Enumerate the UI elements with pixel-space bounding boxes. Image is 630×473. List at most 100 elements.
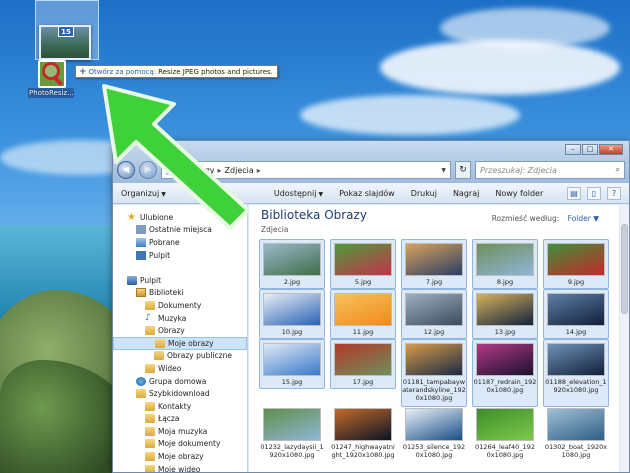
file-name: 14.jpg [565, 328, 587, 336]
library-icon [136, 288, 146, 298]
file-tile[interactable]: 15.jpg [259, 339, 325, 389]
nav-item[interactable]: Moje obrazy [113, 336, 247, 350]
image-thumbnail [263, 293, 321, 326]
help-icon[interactable]: ? [607, 186, 621, 200]
nav-item-label: Muzyka [158, 313, 187, 323]
nav-item[interactable]: Obrazy [113, 324, 247, 337]
image-thumbnail [334, 408, 392, 441]
nav-item-label: Biblioteki [149, 288, 184, 298]
preview-pane-icon[interactable]: ▯ [587, 186, 601, 200]
file-tile[interactable]: 12.jpg [401, 289, 467, 339]
nav-item-label: Obrazy publiczne [167, 351, 232, 361]
drop-tooltip: + Otwórz za pomocą: Resize JPEG photos a… [75, 65, 278, 78]
maximize-icon[interactable]: □ [582, 144, 598, 155]
nav-item-label: Moje obrazy [158, 452, 204, 462]
file-name: 10.jpg [281, 328, 303, 336]
nav-item[interactable]: Pulpit [113, 274, 247, 287]
folder-icon [155, 338, 165, 348]
folder-icon [145, 439, 155, 449]
burn-button[interactable]: Nagraj [453, 189, 479, 198]
image-thumbnail [263, 343, 321, 376]
file-name: 01247_highwayatnight_1920x1080.jpg [331, 443, 395, 459]
file-tile[interactable]: 01264_leaf40_1920x1080.jpg [472, 405, 538, 472]
nav-item[interactable]: Moja muzyka [113, 425, 247, 438]
user-folder-icon [136, 389, 146, 399]
nav-item[interactable]: Wideo [113, 362, 247, 375]
file-tile[interactable]: 13.jpg [472, 289, 538, 339]
file-tile[interactable]: 01187_redrain_1920x1080.jpg [472, 339, 538, 407]
share-button[interactable]: Udostępnij ▼ [274, 189, 323, 198]
new-folder-button[interactable]: Nowy folder [495, 189, 543, 198]
nav-item-label: Pulpit [140, 275, 162, 285]
nav-item[interactable]: Szybkidownload [113, 387, 247, 400]
nav-item-label: Moja muzyka [158, 426, 208, 436]
slideshow-button[interactable]: Pokaz slajdów [339, 189, 395, 198]
file-tile[interactable]: 10.jpg [259, 289, 325, 339]
file-name: 13.jpg [494, 328, 516, 336]
scrollbar-thumb[interactable] [621, 224, 628, 314]
library-subtitle: Zdjecia [261, 225, 289, 234]
computer-icon [127, 275, 137, 285]
nav-item-label: Łącza [158, 414, 180, 424]
search-input[interactable]: Przeszukaj: Zdjecia ⌕ [475, 161, 625, 179]
nav-item[interactable]: Moje dokumenty [113, 438, 247, 451]
chevron-down-icon[interactable]: ▼ [441, 167, 446, 174]
nav-item[interactable]: Moje wideo [113, 463, 247, 472]
arrange-by-dropdown[interactable]: Folder ▼ [568, 214, 599, 223]
image-thumbnail [334, 243, 392, 276]
folder-icon [145, 464, 155, 472]
nav-item-label: Kontakty [158, 401, 192, 411]
file-tile[interactable]: 01302_boat_1920x1080.jpg [543, 405, 609, 472]
image-thumbnail [476, 408, 534, 441]
file-tile[interactable]: 7.jpg [401, 239, 467, 289]
close-icon[interactable]: ✕ [599, 144, 623, 155]
desktop-icon [136, 250, 146, 260]
nav-item-label: Szybkidownload [149, 389, 210, 399]
nav-item[interactable]: Pobrane [113, 236, 247, 249]
library-title: Biblioteka Obrazy [261, 208, 367, 222]
image-thumbnail [547, 343, 605, 376]
file-name: 01181_tampabaywaterandskyline_1920x1080.… [402, 378, 466, 402]
image-thumbnail [334, 293, 392, 326]
file-tile[interactable]: 11.jpg [330, 289, 396, 339]
file-tile[interactable]: 9.jpg [543, 239, 609, 289]
folder-icon [145, 414, 155, 424]
cloud [380, 40, 620, 95]
minimize-icon[interactable]: – [565, 144, 581, 155]
image-thumbnail [476, 343, 534, 376]
nav-item-label: Pulpit [149, 250, 171, 260]
file-tile[interactable]: 5.jpg [330, 239, 396, 289]
file-tile[interactable]: 8.jpg [472, 239, 538, 289]
file-tile[interactable]: 14.jpg [543, 289, 609, 339]
nav-item[interactable]: Biblioteki [113, 287, 247, 300]
file-tile[interactable]: 01247_highwayatnight_1920x1080.jpg [330, 405, 396, 472]
file-tile[interactable]: 01232_lazydaysii_1920x1080.jpg [259, 405, 325, 472]
view-options-icon[interactable]: ▤ [567, 186, 581, 200]
nav-item[interactable]: Obrazy publiczne [113, 350, 247, 363]
search-placeholder: Przeszukaj: Zdjecia [480, 165, 557, 175]
library-content: Biblioteka Obrazy Zdjecia Rozmieść wedłu… [249, 205, 629, 472]
vertical-scrollbar[interactable] [619, 205, 629, 472]
file-tile[interactable]: 01188_elevation_1920x1080.jpg [543, 339, 609, 407]
nav-item[interactable]: Moje obrazy [113, 450, 247, 463]
print-button[interactable]: Drukuj [411, 189, 437, 198]
nav-item-label: Dokumenty [158, 300, 202, 310]
image-thumbnail [547, 243, 605, 276]
search-icon: ⌕ [615, 165, 620, 174]
image-thumbnail [405, 408, 463, 441]
file-tile[interactable]: 01181_tampabaywaterandskyline_1920x1080.… [401, 339, 467, 407]
photo-resizer-app-label[interactable]: PhotoResiz... [28, 88, 74, 98]
nav-item[interactable]: Grupa domowa [113, 375, 247, 388]
file-name: 01187_redrain_1920x1080.jpg [473, 378, 537, 394]
file-tile[interactable]: 17.jpg [330, 339, 396, 389]
file-name: 17.jpg [352, 378, 374, 386]
nav-item[interactable]: Łącza [113, 413, 247, 426]
file-tile[interactable]: 2.jpg [259, 239, 325, 289]
nav-item[interactable]: Pulpit [113, 249, 247, 262]
nav-item[interactable]: Dokumenty [113, 299, 247, 312]
nav-item[interactable]: Kontakty [113, 400, 247, 413]
refresh-icon[interactable]: ↻ [455, 161, 471, 179]
nav-item[interactable]: ♪ Muzyka [113, 312, 247, 325]
image-thumbnail [405, 293, 463, 326]
file-tile[interactable]: 01253_silence_1920x1080.jpg [401, 405, 467, 472]
